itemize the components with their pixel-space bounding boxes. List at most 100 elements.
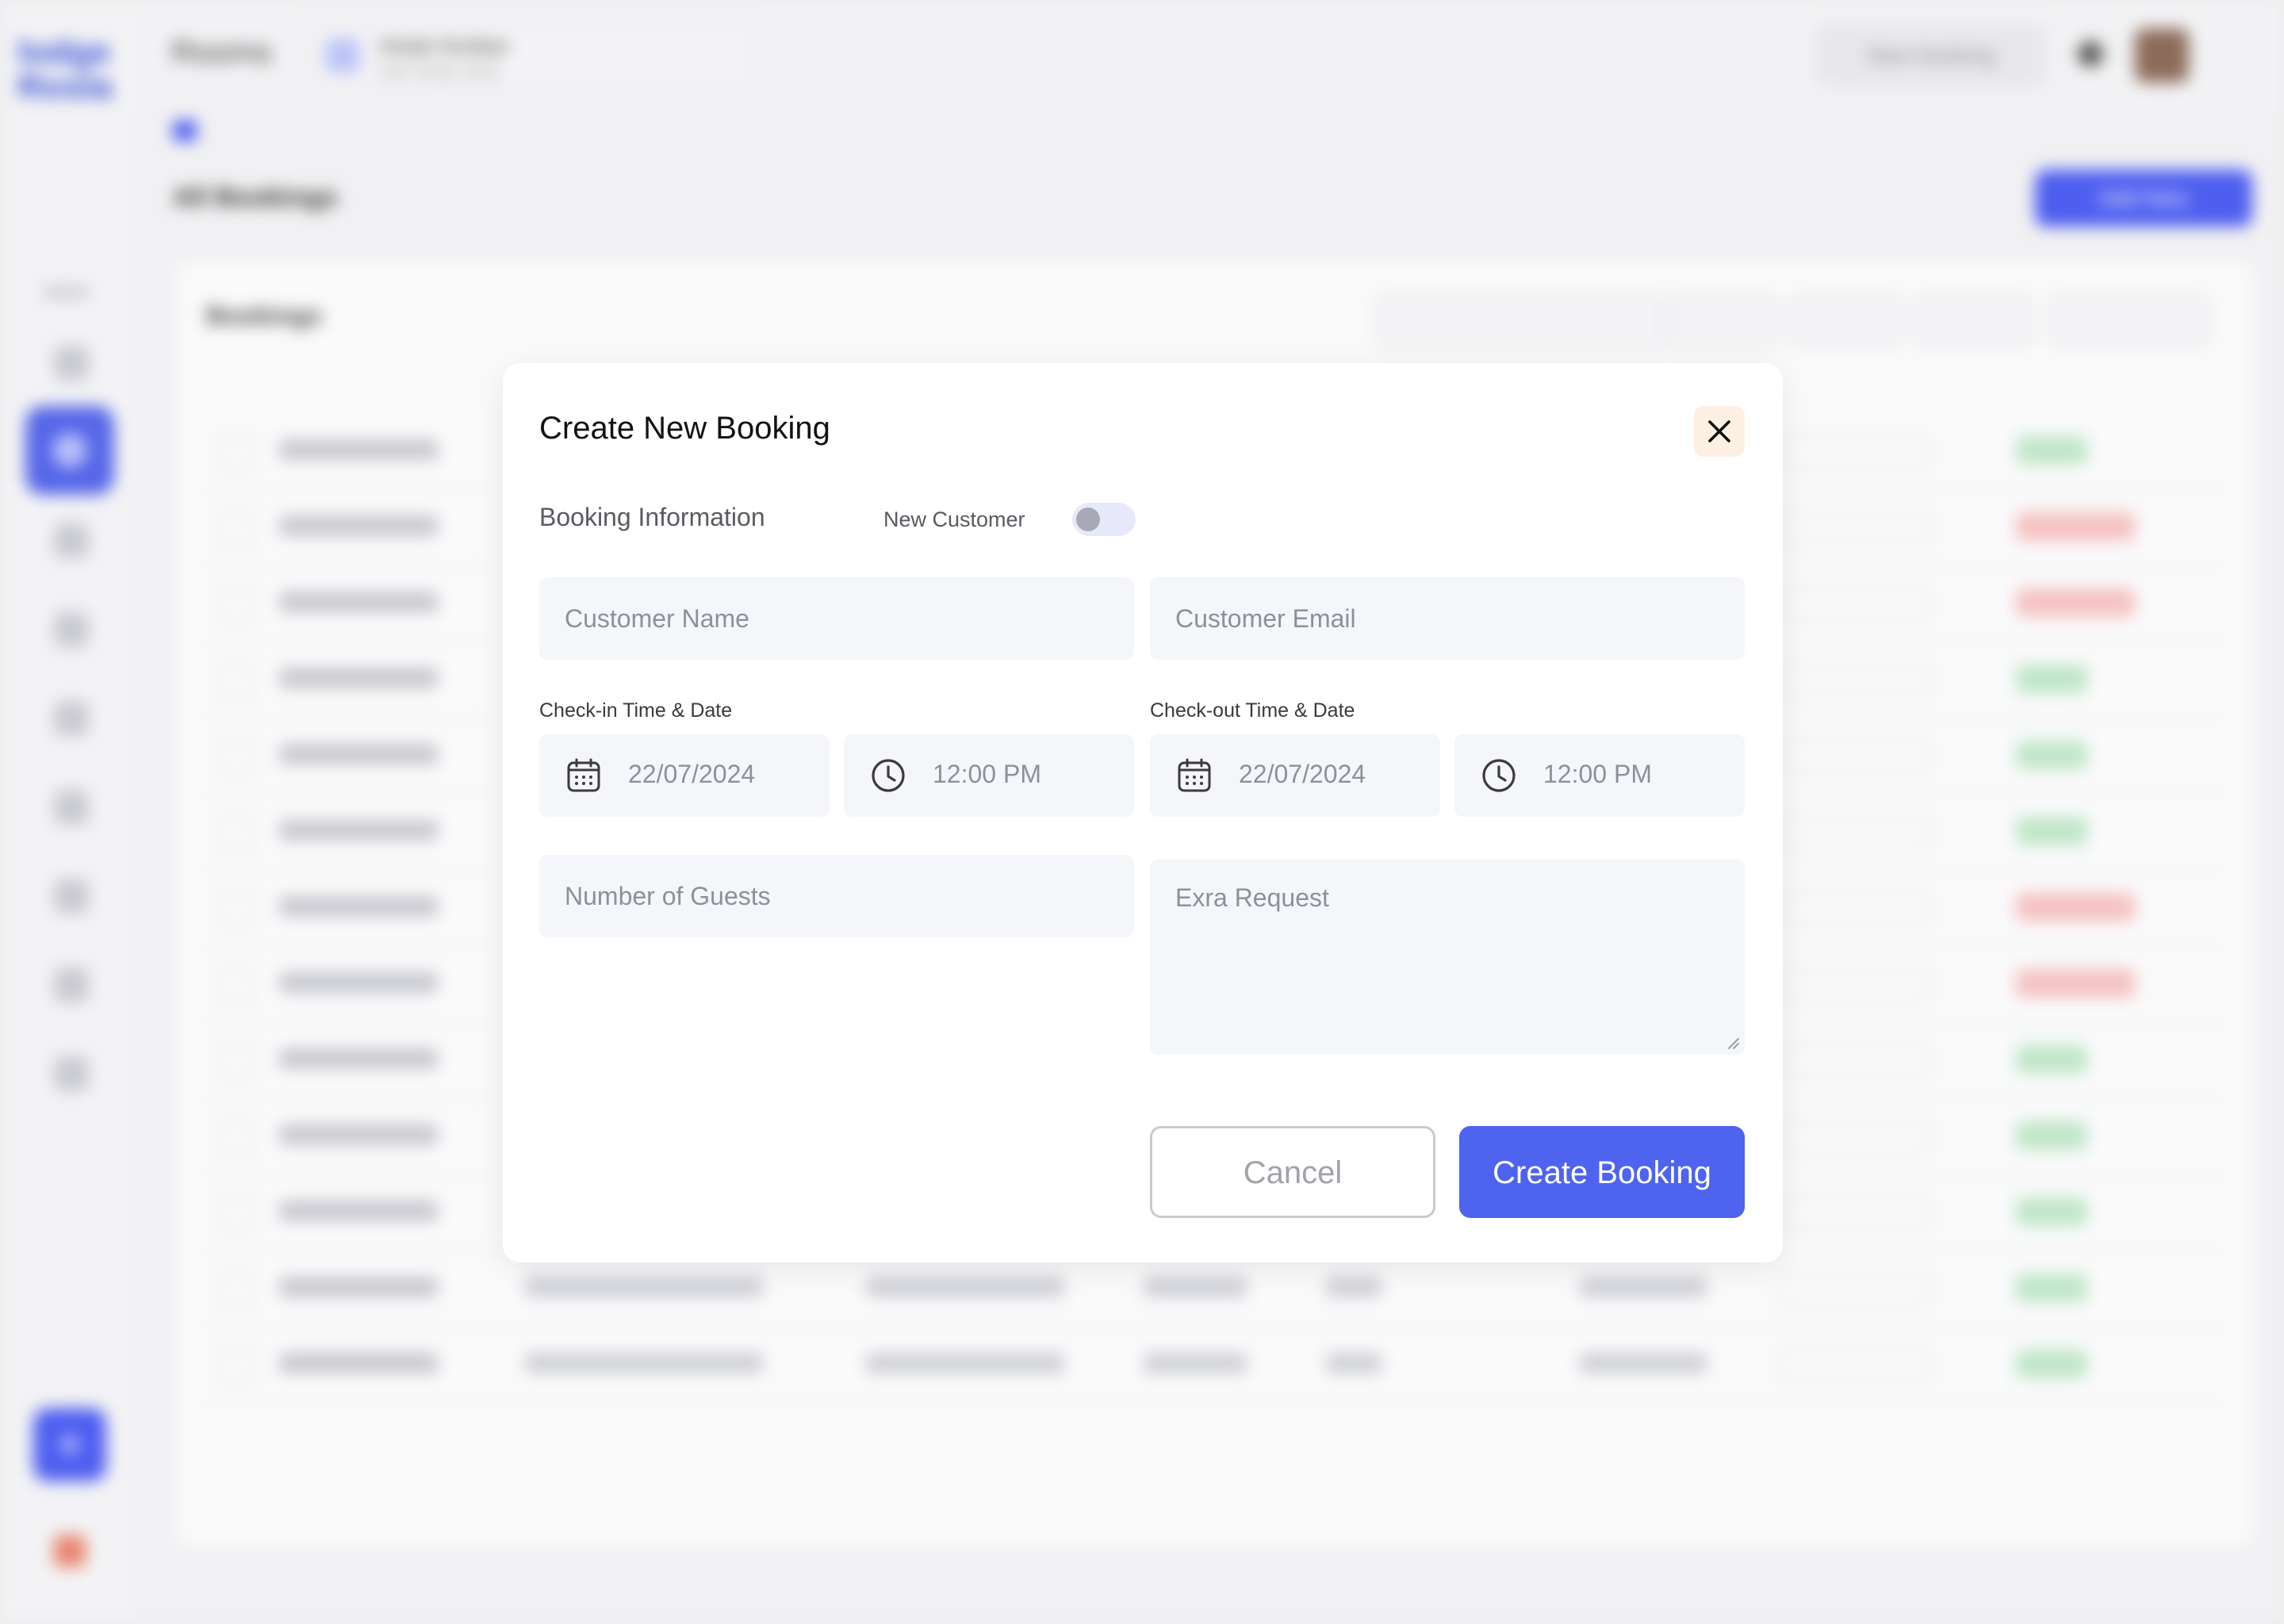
status-badge xyxy=(2016,665,2087,693)
row-checkbox[interactable] xyxy=(217,1348,254,1385)
checkin-time-value: 12:00 PM xyxy=(933,760,1041,788)
action-select[interactable] xyxy=(1778,969,1932,1001)
sidebar-item-bookings[interactable] xyxy=(25,406,114,495)
action-select[interactable] xyxy=(1778,665,1932,696)
dashboard-icon[interactable] xyxy=(54,346,89,381)
settings-icon[interactable] xyxy=(54,1056,89,1091)
clock-icon xyxy=(872,759,905,792)
filter-button[interactable] xyxy=(1667,293,1778,347)
status-badge xyxy=(2016,1350,2087,1378)
hotel-icon xyxy=(325,38,360,73)
checkout-label: Check-out Time & Date xyxy=(1150,699,1355,722)
action-select[interactable] xyxy=(1778,1197,1932,1229)
create-booking-button[interactable]: Create Booking xyxy=(1459,1126,1745,1218)
action-select[interactable] xyxy=(1778,1350,1932,1381)
row-checkbox[interactable] xyxy=(217,1272,254,1308)
print-button[interactable] xyxy=(1791,293,1902,347)
row-checkbox[interactable] xyxy=(217,967,254,1004)
row-checkbox[interactable] xyxy=(217,511,254,547)
new-customer-toggle[interactable] xyxy=(1072,503,1136,536)
table-row[interactable] xyxy=(200,1326,2230,1404)
search-input[interactable] xyxy=(1375,293,1664,347)
bell-icon[interactable] xyxy=(2078,41,2103,67)
checkout-time-picker[interactable]: 12:00 PM xyxy=(1454,734,1745,817)
action-select[interactable] xyxy=(1778,512,1932,544)
row-checkbox[interactable] xyxy=(217,663,254,699)
topbar-title: Rooms xyxy=(171,35,272,70)
card-title: Bookings xyxy=(206,301,322,330)
status-badge xyxy=(2016,1274,2087,1302)
customer-email-input[interactable] xyxy=(1150,577,1745,660)
action-select[interactable] xyxy=(1778,817,1932,848)
row-checkbox[interactable] xyxy=(217,587,254,623)
customer-name-input[interactable] xyxy=(539,577,1134,660)
row-checkbox[interactable] xyxy=(217,739,254,776)
logout-icon[interactable] xyxy=(54,1535,86,1567)
status-badge xyxy=(2016,893,2135,921)
guests-icon[interactable] xyxy=(54,790,89,825)
reports-icon[interactable] xyxy=(54,879,89,914)
status-badge xyxy=(2016,741,2087,769)
modal-title: Create New Booking xyxy=(539,411,830,446)
avatar[interactable] xyxy=(2135,29,2189,82)
table-cell xyxy=(1580,1353,1707,1373)
create-booking-modal: Create New Booking Booking Information N… xyxy=(503,363,1783,1262)
status-badge xyxy=(2016,436,2087,465)
calendar-nav-icon[interactable] xyxy=(54,701,89,736)
status-badge xyxy=(2016,1045,2087,1074)
status-badge xyxy=(2016,512,2135,541)
home-icon[interactable] xyxy=(173,121,197,141)
hotel-selector[interactable]: Hotel Amber Kolo Tenby Tenbi xyxy=(306,21,753,90)
status-badge xyxy=(2016,1197,2087,1226)
action-select[interactable] xyxy=(1778,893,1932,925)
topbar: Rooms Hotel Amber Kolo Tenby Tenbi New b… xyxy=(140,0,2284,111)
row-checkbox[interactable] xyxy=(217,1120,254,1156)
row-checkbox[interactable] xyxy=(217,435,254,471)
checkout-date-picker[interactable]: 22/07/2024 xyxy=(1150,734,1440,817)
inbox-icon[interactable] xyxy=(54,523,89,558)
sidebar: lodge Rosla MAIN + xyxy=(0,0,141,1624)
action-select[interactable] xyxy=(1778,741,1932,772)
action-select[interactable] xyxy=(1778,588,1932,620)
action-select[interactable] xyxy=(1778,1045,1932,1077)
guests-input[interactable] xyxy=(539,855,1134,937)
status-badge xyxy=(2016,817,2087,845)
hotel-subtitle: Kolo Tenby Tenbi xyxy=(379,63,500,81)
booking-id-cell xyxy=(279,820,438,841)
table-cell xyxy=(866,1353,1064,1373)
row-checkbox[interactable] xyxy=(217,891,254,928)
close-button[interactable] xyxy=(1694,406,1745,457)
status-badge xyxy=(2016,1121,2087,1150)
row-checkbox[interactable] xyxy=(217,1044,254,1080)
row-checkbox[interactable] xyxy=(217,815,254,852)
booking-id-cell xyxy=(279,439,438,460)
share-button[interactable] xyxy=(1914,293,2033,347)
booking-id-cell xyxy=(279,972,438,993)
action-select[interactable] xyxy=(1778,1274,1932,1305)
row-checkbox[interactable] xyxy=(217,1196,254,1232)
table-cell xyxy=(1144,1277,1247,1297)
booking-id-cell xyxy=(279,1201,438,1221)
table-cell xyxy=(866,1277,1064,1297)
new-booking-button[interactable]: New booking xyxy=(1816,24,2046,87)
bulk-action-select[interactable] xyxy=(2048,293,2209,347)
sidebar-add-button[interactable]: + xyxy=(33,1408,106,1481)
cancel-button[interactable]: Cancel xyxy=(1150,1126,1435,1218)
booking-id-cell xyxy=(279,896,438,917)
section-label: Booking Information xyxy=(539,503,765,531)
resize-handle-icon[interactable] xyxy=(1726,1036,1740,1050)
brand-logo: lodge Rosla xyxy=(17,33,113,106)
action-select[interactable] xyxy=(1778,436,1932,468)
checkin-date-picker[interactable]: 22/07/2024 xyxy=(539,734,830,817)
action-select[interactable] xyxy=(1778,1121,1932,1153)
checkin-date-value: 22/07/2024 xyxy=(628,760,756,788)
checkin-time-picker[interactable]: 12:00 PM xyxy=(844,734,1134,817)
rooms-icon[interactable] xyxy=(54,612,89,647)
checkout-time-value: 12:00 PM xyxy=(1543,760,1652,788)
analytics-icon[interactable] xyxy=(54,967,89,1002)
extra-request-textarea[interactable] xyxy=(1150,860,1745,1055)
add-new-button[interactable]: Add New xyxy=(2035,170,2252,227)
table-cell xyxy=(525,1353,763,1373)
new-customer-label: New Customer xyxy=(883,508,1025,531)
booking-id-cell xyxy=(279,1124,438,1145)
